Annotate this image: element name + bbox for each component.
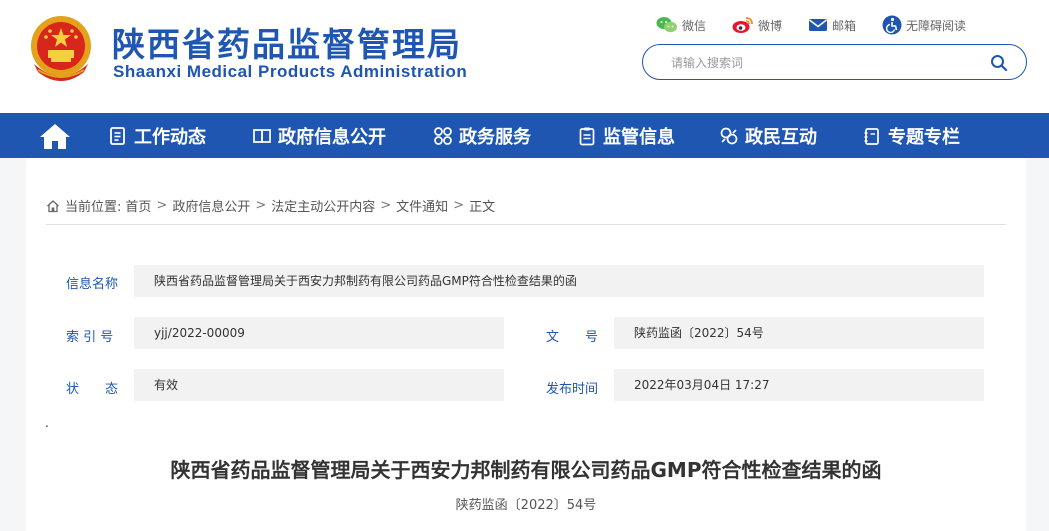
document-list-icon xyxy=(110,126,125,145)
info-docno-label: 文 号 xyxy=(546,330,599,345)
info-date-label: 发布时间 xyxy=(546,382,599,397)
info-index-label: 索 引 号 xyxy=(66,330,114,345)
info-name-label: 信息名称 xyxy=(66,277,119,292)
accessibility-link[interactable]: 无障碍阅读 xyxy=(882,15,966,35)
article-title: 陕西省药品监督管理局关于西安力邦制药有限公司药品GMP符合性检查结果的函 xyxy=(170,458,882,482)
breadcrumb-gov-info[interactable]: 政府信息公开 xyxy=(172,196,250,215)
mail-link[interactable]: 邮箱 xyxy=(808,17,856,34)
site-header: 陕西省药品监督管理局 Shaanxi Medical Products Admi… xyxy=(0,0,1049,113)
mail-icon xyxy=(809,19,828,31)
breadcrumb-statutory[interactable]: 法定主动公开内容 xyxy=(271,196,375,215)
nav-item-label: 工作动态 xyxy=(134,126,206,148)
breadcrumb-current: 正文 xyxy=(469,200,496,215)
accessibility-icon xyxy=(882,15,902,35)
search-box xyxy=(642,44,1027,80)
accessibility-label: 无障碍阅读 xyxy=(906,18,967,33)
site-subtitle: Shaanxi Medical Products Administration xyxy=(113,62,468,81)
nav-item-gov-info[interactable]: 政府信息公开 xyxy=(252,113,386,158)
breadcrumb-notices[interactable]: 文件通知 xyxy=(396,196,448,215)
breadcrumb-separator: > xyxy=(255,198,267,213)
search-input[interactable] xyxy=(671,53,971,73)
wechat-icon xyxy=(656,17,677,33)
clipboard-icon xyxy=(579,127,595,145)
wechat-link[interactable]: 微信 xyxy=(656,16,706,34)
breadcrumb-divider xyxy=(46,224,1006,225)
weibo-icon xyxy=(732,17,753,33)
content-card: 当前位置: 首页 > 政府信息公开 > 法定主动公开内容 > 文件通知 > 正文… xyxy=(26,158,1026,531)
national-emblem-icon xyxy=(31,16,91,81)
breadcrumb-separator: > xyxy=(453,198,465,213)
search-icon[interactable] xyxy=(990,54,1008,72)
breadcrumb-separator: > xyxy=(380,198,392,213)
stray-dot: . xyxy=(45,416,49,430)
nav-item-label: 政府信息公开 xyxy=(278,126,386,148)
nav-item-regulatory-info[interactable]: 监管信息 xyxy=(577,113,675,158)
info-date-value: 2022年03月04日 17:27 xyxy=(614,369,984,401)
info-index-value: yjj/2022-00009 xyxy=(134,317,504,349)
mail-label: 邮箱 xyxy=(832,18,857,33)
nav-item-work-news[interactable]: 工作动态 xyxy=(108,113,206,158)
grid-icon xyxy=(434,126,452,145)
interaction-icon xyxy=(720,127,738,144)
weibo-link[interactable]: 微博 xyxy=(732,16,782,34)
home-icon[interactable] xyxy=(38,122,72,150)
nav-item-label: 专题专栏 xyxy=(888,126,960,148)
top-links: 微信 微博 邮箱 无障碍阅读 xyxy=(656,14,992,36)
book-icon xyxy=(253,128,271,143)
weibo-label: 微博 xyxy=(758,18,783,33)
nav-item-gov-services[interactable]: 政务服务 xyxy=(433,113,531,158)
nav-item-interaction[interactable]: 政民互动 xyxy=(719,113,817,158)
nav-item-label: 政民互动 xyxy=(745,126,817,148)
notebook-icon xyxy=(864,127,879,145)
breadcrumb-home[interactable]: 首页 xyxy=(125,196,151,215)
nav-item-label: 政务服务 xyxy=(459,126,531,148)
breadcrumb-prefix: 当前位置: xyxy=(65,200,122,215)
home-outline-icon xyxy=(47,199,59,212)
info-status-label: 状 态 xyxy=(66,382,119,397)
info-name-value: 陕西省药品监督管理局关于西安力邦制药有限公司药品GMP符合性检查结果的函 xyxy=(134,265,984,297)
info-docno-value: 陕药监函〔2022〕54号 xyxy=(614,317,984,349)
main-nav: 工作动态 政府信息公开 政务服务 监管信息 政民互动 专题专栏 xyxy=(0,113,1049,158)
info-status-value: 有效 xyxy=(134,369,504,401)
site-title: 陕西省药品监督管理局 xyxy=(112,25,462,64)
nav-item-special-topics[interactable]: 专题专栏 xyxy=(862,113,960,158)
wechat-label: 微信 xyxy=(682,18,707,33)
nav-item-label: 监管信息 xyxy=(603,126,675,148)
breadcrumb-separator: > xyxy=(156,198,168,213)
article-doc-number: 陕药监函〔2022〕54号 xyxy=(455,498,597,513)
breadcrumb: 当前位置: 首页 > 政府信息公开 > 法定主动公开内容 > 文件通知 > 正文 xyxy=(46,196,495,215)
